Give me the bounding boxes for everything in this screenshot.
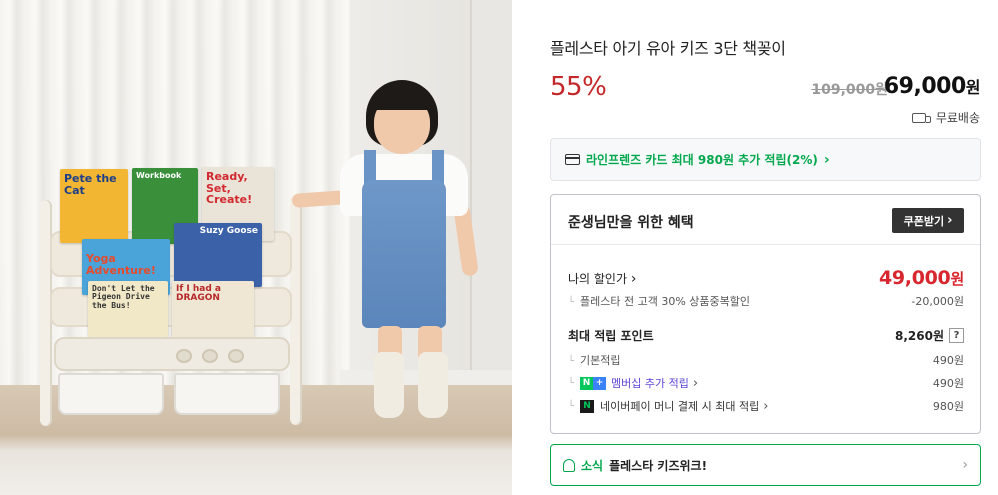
sale-price-number: 69,000: [883, 74, 966, 99]
child-sock: [418, 352, 448, 418]
max-points-value: 8,260원: [895, 329, 944, 343]
membership-link[interactable]: N+ 멤버십 추가 적립 ›: [568, 375, 698, 391]
naver-n-icon: N: [580, 376, 594, 390]
shipping-info: 무료배송: [911, 109, 980, 126]
membership-label: 멤버십 추가 적립: [611, 377, 689, 390]
chevron-right-icon: ›: [962, 457, 968, 473]
news-message: 플레스타 키즈위크!: [609, 458, 708, 473]
card-promo-banner[interactable]: 라인프렌즈 카드 최대 980원 추가 적립(2%) ›: [550, 138, 981, 181]
card-promo-text: 라인프렌즈 카드 최대 980원 추가 적립(2%): [586, 153, 818, 167]
discount-detail-label: 플레스타 전 고객 30% 상품중복할인: [568, 293, 750, 309]
sale-price: 69,000원: [883, 74, 981, 99]
child-figure: [291, 80, 482, 430]
credit-card-icon: [565, 154, 580, 165]
benefit-header: 준생님만을 위한 혜택 쿠폰받기 ›: [551, 195, 980, 245]
help-icon[interactable]: ?: [949, 328, 964, 343]
plus-icon: +: [593, 376, 607, 390]
max-points-label: 최대 적립 포인트: [568, 329, 654, 343]
book-cover: If I had a DRAGON: [172, 281, 254, 339]
my-discount-price: 49,000원: [879, 267, 964, 289]
basic-points-label: 기본적립: [568, 352, 620, 368]
bookshelf-drawer-base: [54, 337, 290, 371]
chevron-right-icon: ›: [630, 270, 637, 287]
naver-plus-badge-icon: N+: [580, 376, 607, 390]
book-cover: Suzy Goose: [174, 223, 262, 287]
my-discount-price-number: 49,000: [878, 267, 951, 289]
my-discount-link[interactable]: 나의 할인가 ›: [568, 270, 636, 287]
bookshelf-knob: [176, 349, 192, 363]
original-price: 109,000원: [811, 82, 888, 98]
npay-label: 네이버페이 머니 결제 시 최대 적립: [600, 400, 760, 413]
discount-detail-value: -20,000원: [911, 295, 964, 308]
bookshelf: Pete the Cat Workbook Ready, Set, Create…: [40, 167, 302, 427]
my-discount-row: 나의 할인가 › 49,000원: [568, 267, 964, 289]
discount-rate: 55%: [550, 72, 607, 102]
child-sock: [374, 352, 404, 418]
book-cover: Don't Let the Pigeon Drive the Bus!: [88, 281, 168, 337]
sale-price-unit: 원: [965, 78, 981, 97]
benefit-title: 준생님만을 위한 혜택: [568, 215, 694, 231]
membership-points-value: 490원: [932, 377, 964, 390]
discount-detail-row: 플레스타 전 고객 30% 상품중복할인 -20,000원: [568, 293, 964, 309]
product-title: 플레스타 아기 유아 키즈 3단 책꽂이: [550, 39, 786, 58]
bookshelf-bin: [174, 373, 280, 415]
child-overalls: [362, 180, 446, 328]
max-points-row: 최대 적립 포인트 8,260원 ?: [568, 327, 964, 344]
my-discount-price-unit: 원: [950, 270, 964, 288]
npay-points-value: 980원: [932, 400, 964, 413]
get-coupon-button[interactable]: 쿠폰받기 ›: [892, 208, 964, 233]
bell-icon: [563, 458, 575, 472]
bookshelf-knob: [202, 349, 218, 363]
my-discount-label: 나의 할인가: [568, 271, 628, 286]
book-cover: Pete the Cat: [60, 169, 128, 243]
news-tag: 소식: [581, 458, 604, 473]
npay-link[interactable]: N 네이버페이 머니 결제 시 최대 적립 ›: [568, 398, 768, 414]
chevron-right-icon: ›: [823, 151, 830, 168]
npay-points-row: N 네이버페이 머니 결제 시 최대 적립 › 980원: [568, 398, 964, 414]
benefit-box: 준생님만을 위한 혜택 쿠폰받기 › 나의 할인가 › 49,000원 플레스타…: [550, 194, 981, 434]
truck-icon: [911, 112, 931, 123]
bookshelf-knob: [228, 349, 244, 363]
bookshelf-bin: [58, 373, 164, 415]
product-photo: Pete the Cat Workbook Ready, Set, Create…: [0, 0, 512, 495]
max-points: 8,260원 ?: [895, 327, 964, 344]
get-coupon-label: 쿠폰받기: [903, 214, 945, 228]
news-banner[interactable]: 소식 플레스타 키즈위크! ›: [550, 444, 981, 486]
chevron-right-icon: ›: [763, 398, 769, 414]
basic-points-value: 490원: [932, 354, 964, 367]
chevron-right-icon: ›: [692, 375, 699, 391]
naver-pay-icon: N: [580, 399, 595, 413]
chevron-right-icon: ›: [947, 213, 953, 228]
membership-points-row: N+ 멤버십 추가 적립 › 490원: [568, 375, 964, 391]
basic-points-row: 기본적립 490원: [568, 352, 964, 368]
shipping-label: 무료배송: [935, 111, 980, 125]
child-bangs: [372, 88, 432, 110]
product-info: 플레스타 아기 유아 키즈 3단 책꽂이 55% 109,000원 69,000…: [512, 0, 998, 495]
